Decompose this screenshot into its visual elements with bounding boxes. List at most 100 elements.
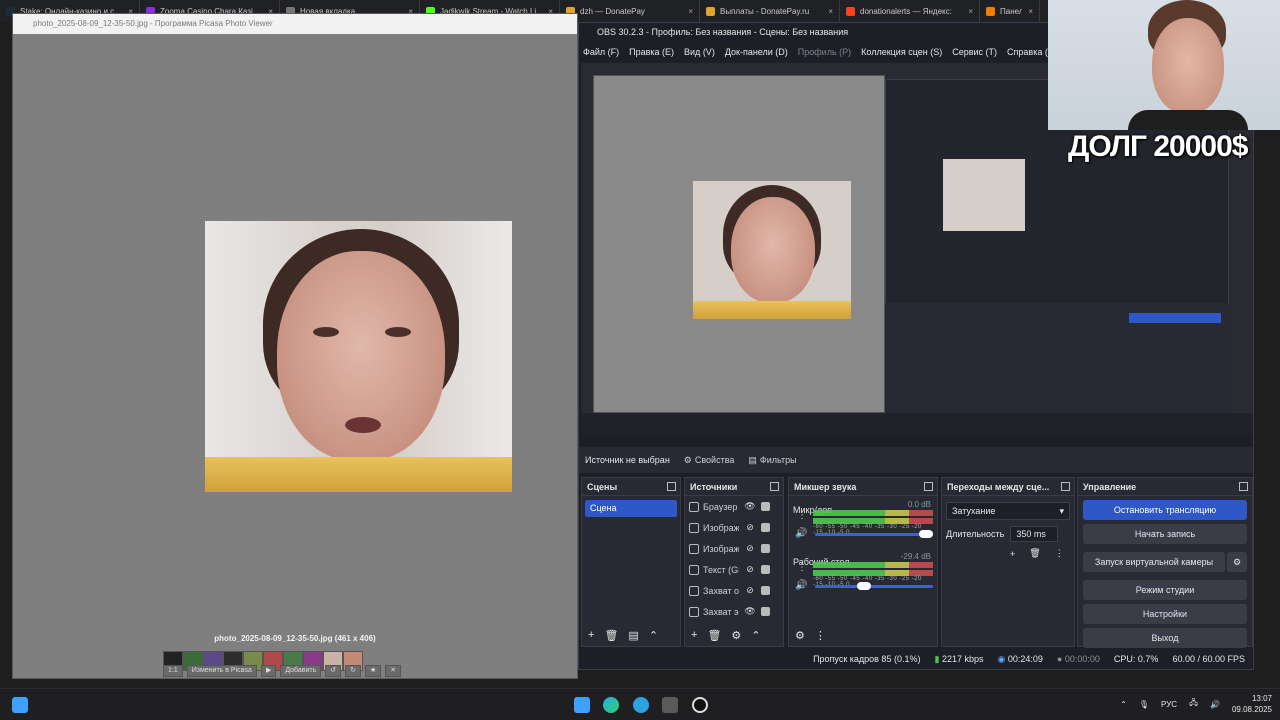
chevron-up-icon[interactable]: ⌃ [1120, 700, 1127, 709]
gear-icon[interactable]: ⚙ [731, 629, 741, 642]
lock-icon[interactable] [761, 523, 770, 532]
add-icon[interactable]: + [1010, 549, 1015, 559]
add-button[interactable]: Добавить [280, 665, 322, 677]
menu-item[interactable]: Профиль (P) [798, 47, 851, 57]
close-icon[interactable]: × [688, 7, 693, 16]
popout-icon[interactable] [770, 482, 779, 491]
lock-icon[interactable] [761, 502, 770, 511]
start-button-icon[interactable] [574, 697, 590, 713]
speaker-icon[interactable]: 🔊 [795, 528, 807, 539]
sources-title: Источники [690, 482, 738, 492]
telegram-icon[interactable] [633, 697, 649, 713]
browser-tab[interactable]: donationalerts — Яндекс: × [840, 0, 980, 22]
close-icon[interactable]: × [828, 7, 833, 16]
eye-hidden-icon[interactable]: ⊘ [743, 564, 757, 575]
level-meter [813, 562, 933, 568]
network-icon[interactable]: 🖧 [1189, 697, 1198, 711]
more-icon[interactable]: ⋮ [797, 510, 807, 521]
filters-button[interactable]: ▤ Фильтры [748, 455, 796, 466]
edit-in-picasa-button[interactable]: Изменить в Picasa [186, 665, 257, 677]
popout-icon[interactable] [924, 482, 933, 491]
more-icon[interactable]: ⋮ [1055, 548, 1064, 559]
edge-icon[interactable] [603, 697, 619, 713]
gear-icon[interactable]: ⚙ [795, 629, 805, 642]
browser-tab[interactable]: Выплаты - DonatePay.ru × [700, 0, 840, 22]
popout-icon[interactable] [1239, 482, 1248, 491]
menu-item[interactable]: Вид (V) [684, 47, 715, 57]
cpu-usage: CPU: 0.7% [1113, 654, 1159, 664]
menu-item[interactable]: Файл (F) [583, 47, 619, 57]
eye-hidden-icon[interactable]: ⊘ [743, 522, 757, 533]
picasa-icon[interactable] [662, 697, 678, 713]
eye-icon[interactable]: 👁 [743, 501, 757, 512]
close-icon[interactable]: × [968, 7, 973, 16]
delete-icon[interactable]: ✕ [385, 665, 402, 677]
source-item[interactable]: Изображ ⊘ [685, 538, 783, 559]
chevron-up-icon[interactable]: ⌃ [649, 629, 658, 642]
lock-icon[interactable] [761, 586, 770, 595]
browser-tab[interactable]: Панель × [980, 0, 1040, 22]
trash-icon[interactable]: 🗑 [707, 629, 721, 642]
gear-icon[interactable]: ⚙ [1227, 552, 1247, 572]
scene-item[interactable]: Сцена [585, 500, 677, 517]
tab-title: Панель [1000, 6, 1022, 16]
popout-icon[interactable] [667, 482, 676, 491]
sources-list: Браузер👁Изображ⊘Изображ⊘Текст (GD⊘Захват… [685, 496, 783, 622]
add-icon[interactable]: + [691, 629, 697, 641]
volume-slider[interactable] [815, 530, 933, 538]
menu-item[interactable]: Док-панели (D) [725, 47, 788, 57]
transition-select[interactable]: Затухание ▾ [946, 502, 1070, 520]
source-item[interactable]: Захват эк 👁 [685, 601, 783, 622]
text-icon [689, 564, 699, 575]
volume-knob[interactable] [919, 530, 933, 538]
source-name: Захват о [703, 585, 739, 596]
eye-icon[interactable]: 👁 [743, 606, 757, 617]
star-icon[interactable]: ★ [365, 665, 382, 677]
lock-icon[interactable] [761, 607, 770, 616]
clock[interactable]: 13:07 09.08.2025 [1232, 693, 1272, 715]
duration-input[interactable]: 350 ms [1010, 526, 1059, 542]
virtual-camera-button[interactable]: Запуск виртуальной камеры [1083, 552, 1225, 572]
volume-icon[interactable]: 🔊 [1210, 700, 1220, 709]
obs-icon[interactable] [692, 697, 708, 713]
menu-item[interactable]: Правка (E) [629, 47, 674, 57]
more-icon[interactable]: ⋮ [815, 629, 826, 642]
speaker-icon[interactable]: 🔊 [795, 580, 807, 591]
microphone-icon[interactable]: 🎙 [1139, 700, 1149, 709]
eye-hidden-icon[interactable]: ⊘ [743, 543, 757, 554]
popout-icon[interactable] [1061, 482, 1070, 491]
rotate-left-icon[interactable]: ↺ [325, 665, 342, 677]
trash-icon[interactable]: 🗑 [1029, 548, 1040, 559]
source-item[interactable]: Текст (GD ⊘ [685, 559, 783, 580]
studio-mode-button[interactable]: Режим студии [1083, 580, 1247, 600]
lock-icon[interactable] [761, 544, 770, 553]
eye-hidden-icon[interactable]: ⊘ [743, 585, 757, 596]
exit-button[interactable]: Выход [1083, 628, 1247, 648]
close-icon[interactable]: × [1028, 7, 1033, 16]
source-name: Текст (GD [703, 564, 739, 575]
chevron-up-icon[interactable]: ⌃ [751, 629, 760, 642]
rotate-right-icon[interactable]: ↻ [345, 665, 362, 677]
filter-icon[interactable]: ▤ [628, 629, 638, 642]
settings-button[interactable]: Настройки [1083, 604, 1247, 624]
browser-tab[interactable]: dzh — DonatePay × [560, 0, 700, 22]
volume-knob[interactable] [857, 582, 871, 590]
trash-icon[interactable]: 🗑 [604, 629, 618, 642]
menu-item[interactable]: Коллекция сцен (S) [861, 47, 942, 57]
source-item[interactable]: Изображ ⊘ [685, 517, 783, 538]
start-record-button[interactable]: Начать запись [1083, 524, 1247, 544]
source-item[interactable]: Браузер 👁 [685, 496, 783, 517]
signal-icon: ▮ [934, 653, 940, 664]
properties-button[interactable]: ⚙ Свойства [684, 455, 735, 466]
source-item[interactable]: Захват о ⊘ [685, 580, 783, 601]
windows-start-icon[interactable] [12, 697, 28, 713]
menu-item[interactable]: Сервис (T) [952, 47, 997, 57]
stop-stream-button[interactable]: Остановить трансляцию [1083, 500, 1247, 520]
add-icon[interactable]: + [588, 629, 594, 641]
play-icon[interactable]: ▶ [260, 665, 277, 677]
lock-icon[interactable] [761, 565, 770, 574]
zoom-1-1-button[interactable]: 1:1 [163, 665, 183, 677]
more-icon[interactable]: ⋮ [797, 562, 807, 573]
language-indicator[interactable]: РУС [1161, 700, 1177, 709]
volume-slider[interactable] [815, 582, 933, 590]
